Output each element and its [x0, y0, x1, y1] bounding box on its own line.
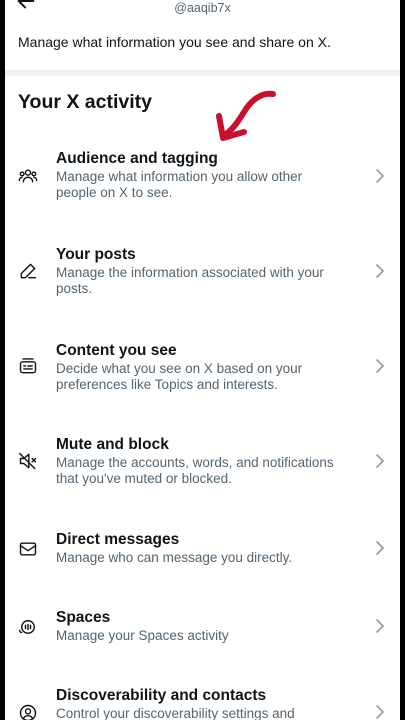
row-description: Decide what you see on X based on your p…	[56, 361, 303, 392]
row-description: Manage what information you allow other …	[56, 169, 303, 200]
section-title: Your X activity	[18, 91, 153, 113]
header: @aaqib7x Manage what information you see…	[5, 0, 400, 70]
row-title: Mute and block	[56, 436, 169, 453]
mute-and-block-row[interactable]: Mute and block Manage the accounts, word…	[5, 435, 400, 505]
row-title: Direct messages	[56, 531, 180, 548]
row-description: Manage the information associated with y…	[56, 265, 324, 296]
audience-and-tagging-row[interactable]: Audience and tagging Manage what informa…	[5, 148, 400, 218]
row-title: Your posts	[56, 246, 136, 263]
discoverability-and-contacts-row[interactable]: Discoverability and contacts Control you…	[5, 686, 400, 720]
section-divider	[5, 70, 400, 76]
row-description: Manage the accounts, words, and notifica…	[56, 455, 334, 486]
row-title: Spaces	[56, 609, 111, 626]
chevron-right-icon	[376, 169, 384, 183]
people-icon	[18, 169, 38, 183]
chevron-right-icon	[376, 359, 384, 373]
discoverability-icon	[19, 704, 37, 720]
spaces-row[interactable]: Spaces Manage your Spaces activity	[5, 608, 400, 678]
row-description: Manage who can message you directly.	[56, 550, 293, 565]
muted-speaker-icon	[18, 452, 37, 470]
envelope-icon	[19, 542, 37, 556]
row-description: Control your discoverability settings an…	[56, 706, 295, 720]
row-title: Audience and tagging	[56, 150, 218, 167]
chevron-right-icon	[376, 454, 384, 468]
chevron-right-icon	[376, 264, 384, 278]
your-posts-row[interactable]: Your posts Manage the information associ…	[5, 244, 400, 314]
chevron-right-icon	[376, 541, 384, 555]
direct-messages-row[interactable]: Direct messages Manage who can message y…	[5, 530, 400, 600]
chevron-right-icon	[376, 619, 384, 633]
row-title: Content you see	[56, 342, 177, 359]
settings-screen: @aaqib7x Manage what information you see…	[5, 0, 400, 720]
content-you-see-row[interactable]: Content you see Decide what you see on X…	[5, 340, 400, 410]
red-arrow-annotation-icon	[216, 90, 276, 141]
account-handle: @aaqib7x	[174, 1, 231, 15]
spaces-icon	[18, 620, 35, 634]
page-subtitle: Manage what information you see and shar…	[18, 34, 331, 50]
content-icon	[19, 358, 37, 374]
row-description: Manage your Spaces activity	[56, 628, 229, 643]
pencil-icon	[20, 263, 37, 279]
chevron-right-icon	[376, 705, 384, 719]
row-title: Discoverability and contacts	[56, 687, 267, 704]
